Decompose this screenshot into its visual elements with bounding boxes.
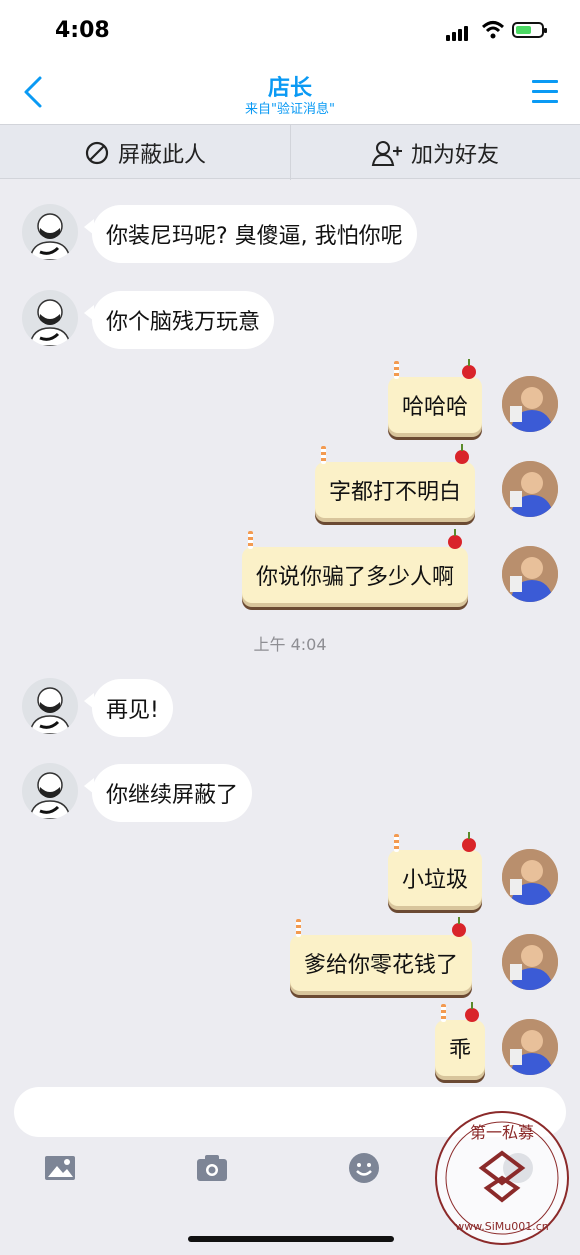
battery-icon: [512, 22, 547, 38]
svg-text:www.SiMu001.cn: www.SiMu001.cn: [455, 1220, 549, 1233]
avatar-photo-icon: [502, 1019, 558, 1075]
home-indicator: [188, 1236, 394, 1242]
message-bubble[interactable]: 你继续屏蔽了: [83, 764, 253, 822]
contact-avatar[interactable]: [22, 204, 78, 260]
avatar-illustration-icon: [29, 687, 71, 734]
message-bubble[interactable]: 哈哈哈: [388, 359, 483, 433]
message-text: 你个脑残万玩意: [106, 310, 261, 335]
my-avatar[interactable]: [502, 376, 558, 432]
block-user-label: 屏蔽此人: [117, 142, 206, 168]
avatar-photo-icon: [502, 849, 558, 905]
avatar-illustration-icon: [29, 772, 71, 819]
avatar-photo-icon: [502, 934, 558, 990]
signal-icon: [446, 22, 470, 41]
message-bubble[interactable]: 你说你骗了多少人啊: [242, 529, 469, 603]
message-text: 爹给你零花钱了: [304, 953, 459, 978]
avatar-photo-icon: [502, 546, 558, 602]
my-avatar[interactable]: [502, 934, 558, 990]
nav-bar: 店长 来自"验证消息": [0, 62, 580, 124]
svg-text:第一私募: 第一私募: [470, 1123, 534, 1142]
contact-avatar[interactable]: [22, 678, 78, 734]
block-icon: [85, 141, 109, 164]
my-avatar[interactable]: [502, 546, 558, 602]
message-text: 你说你骗了多少人啊: [256, 565, 455, 590]
avatar-illustration-icon: [29, 213, 71, 260]
status-time: 4:08: [55, 18, 110, 43]
message-bubble[interactable]: 小垃圾: [388, 832, 483, 906]
add-friend-button[interactable]: 加为好友: [290, 125, 580, 180]
avatar-photo-icon: [502, 461, 558, 517]
my-avatar[interactable]: [502, 849, 558, 905]
my-avatar[interactable]: [502, 461, 558, 517]
watermark-seal: 第一私募 www.SiMu001.cn: [432, 1108, 572, 1248]
contact-avatar[interactable]: [22, 763, 78, 819]
menu-button[interactable]: [532, 80, 558, 104]
message-text: 你继续屏蔽了: [106, 783, 239, 808]
message-text: 乖: [449, 1038, 472, 1063]
status-bar: 4:08: [0, 0, 580, 62]
contact-avatar[interactable]: [22, 290, 78, 346]
message-bubble[interactable]: 乖: [435, 1002, 486, 1076]
block-user-button[interactable]: 屏蔽此人: [0, 125, 290, 180]
message-bubble[interactable]: 你个脑残万玩意: [83, 291, 275, 349]
add-user-icon: [371, 140, 402, 166]
message-text: 小垃圾: [402, 868, 469, 893]
message-text: 哈哈哈: [402, 395, 469, 420]
avatar-illustration-icon: [29, 299, 71, 346]
message-bubble[interactable]: 你装尼玛呢? 臭傻逼, 我怕你呢: [84, 205, 417, 263]
time-separator: 上午 4:04: [253, 635, 327, 654]
wifi-icon: [481, 20, 505, 44]
page-subtitle: 来自"验证消息": [245, 102, 335, 117]
avatar-photo-icon: [502, 376, 558, 432]
message-text: 字都打不明白: [329, 480, 462, 505]
emoji-icon[interactable]: [346, 1150, 386, 1190]
action-bar: 屏蔽此人 加为好友: [0, 124, 580, 180]
message-bubble[interactable]: 再见!: [84, 679, 173, 737]
message-bubble[interactable]: 字都打不明白: [315, 444, 476, 518]
message-bubble[interactable]: 爹给你零花钱了: [290, 917, 473, 991]
add-friend-label: 加为好友: [410, 142, 499, 168]
camera-icon[interactable]: [194, 1150, 234, 1190]
message-text: 你装尼玛呢? 臭傻逼, 我怕你呢: [106, 224, 403, 249]
my-avatar[interactable]: [502, 1019, 558, 1075]
image-icon[interactable]: [42, 1150, 82, 1190]
message-text: 再见!: [106, 698, 159, 723]
